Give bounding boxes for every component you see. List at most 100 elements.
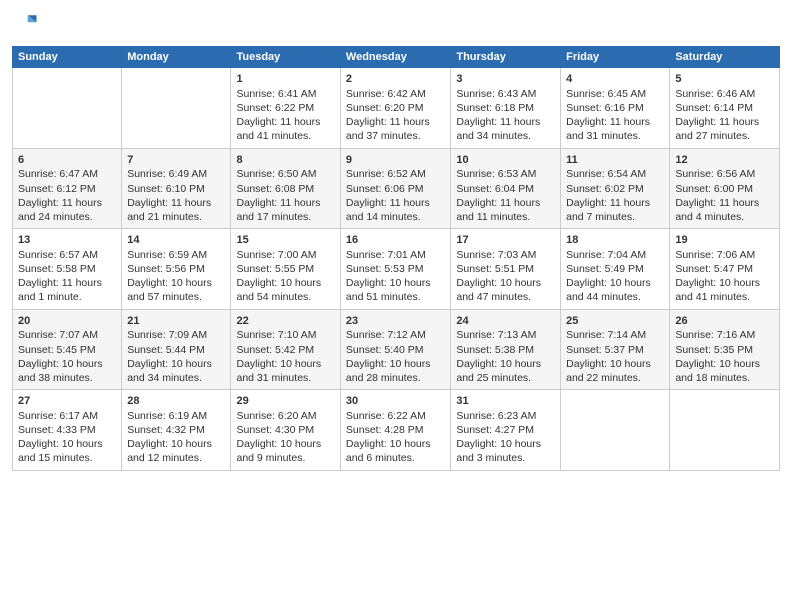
calendar-cell: 26Sunrise: 7:16 AMSunset: 5:35 PMDayligh…	[670, 309, 780, 390]
header-wednesday: Wednesday	[340, 47, 450, 68]
header-sunday: Sunday	[13, 47, 122, 68]
calendar-cell	[670, 390, 780, 471]
calendar-cell: 6Sunrise: 6:47 AMSunset: 6:12 PMDaylight…	[13, 148, 122, 229]
cell-content: Daylight: 10 hours and 25 minutes.	[456, 357, 555, 385]
calendar-table: SundayMondayTuesdayWednesdayThursdayFrid…	[12, 46, 780, 471]
calendar-cell: 12Sunrise: 6:56 AMSunset: 6:00 PMDayligh…	[670, 148, 780, 229]
cell-content: Sunrise: 6:22 AM	[346, 409, 445, 423]
day-number: 29	[236, 394, 334, 409]
cell-content: Sunset: 5:55 PM	[236, 262, 334, 276]
cell-content: Daylight: 10 hours and 22 minutes.	[566, 357, 664, 385]
cell-content: Daylight: 10 hours and 38 minutes.	[18, 357, 116, 385]
cell-content: Daylight: 11 hours and 41 minutes.	[236, 115, 334, 143]
header-thursday: Thursday	[451, 47, 561, 68]
cell-content: Sunset: 6:08 PM	[236, 182, 334, 196]
day-number: 14	[127, 233, 225, 248]
day-number: 2	[346, 72, 445, 87]
cell-content: Daylight: 11 hours and 1 minute.	[18, 276, 116, 304]
cell-content: Sunset: 5:51 PM	[456, 262, 555, 276]
calendar-cell: 25Sunrise: 7:14 AMSunset: 5:37 PMDayligh…	[561, 309, 670, 390]
cell-content: Sunrise: 7:14 AM	[566, 328, 664, 342]
cell-content: Sunset: 5:53 PM	[346, 262, 445, 276]
cell-content: Sunrise: 6:19 AM	[127, 409, 225, 423]
day-number: 23	[346, 314, 445, 329]
cell-content: Daylight: 10 hours and 15 minutes.	[18, 437, 116, 465]
cell-content: Sunset: 4:32 PM	[127, 423, 225, 437]
calendar-cell: 27Sunrise: 6:17 AMSunset: 4:33 PMDayligh…	[13, 390, 122, 471]
day-number: 11	[566, 153, 664, 168]
cell-content: Sunrise: 6:47 AM	[18, 167, 116, 181]
cell-content: Sunrise: 7:01 AM	[346, 248, 445, 262]
calendar-cell: 19Sunrise: 7:06 AMSunset: 5:47 PMDayligh…	[670, 229, 780, 310]
week-row-3: 20Sunrise: 7:07 AMSunset: 5:45 PMDayligh…	[13, 309, 780, 390]
cell-content: Sunset: 6:20 PM	[346, 101, 445, 115]
calendar-cell: 24Sunrise: 7:13 AMSunset: 5:38 PMDayligh…	[451, 309, 561, 390]
cell-content: Sunrise: 7:13 AM	[456, 328, 555, 342]
cell-content: Sunset: 5:49 PM	[566, 262, 664, 276]
cell-content: Sunset: 6:12 PM	[18, 182, 116, 196]
cell-content: Sunrise: 6:50 AM	[236, 167, 334, 181]
calendar-cell: 21Sunrise: 7:09 AMSunset: 5:44 PMDayligh…	[122, 309, 231, 390]
cell-content: Daylight: 10 hours and 51 minutes.	[346, 276, 445, 304]
cell-content: Sunrise: 6:43 AM	[456, 87, 555, 101]
cell-content: Daylight: 10 hours and 28 minutes.	[346, 357, 445, 385]
cell-content: Sunrise: 7:03 AM	[456, 248, 555, 262]
header-friday: Friday	[561, 47, 670, 68]
cell-content: Daylight: 10 hours and 3 minutes.	[456, 437, 555, 465]
day-number: 27	[18, 394, 116, 409]
cell-content: Daylight: 10 hours and 18 minutes.	[675, 357, 774, 385]
day-number: 15	[236, 233, 334, 248]
cell-content: Daylight: 10 hours and 41 minutes.	[675, 276, 774, 304]
day-number: 3	[456, 72, 555, 87]
calendar-cell: 16Sunrise: 7:01 AMSunset: 5:53 PMDayligh…	[340, 229, 450, 310]
cell-content: Daylight: 11 hours and 11 minutes.	[456, 196, 555, 224]
header-tuesday: Tuesday	[231, 47, 340, 68]
calendar-cell: 30Sunrise: 6:22 AMSunset: 4:28 PMDayligh…	[340, 390, 450, 471]
cell-content: Sunrise: 6:52 AM	[346, 167, 445, 181]
cell-content: Sunrise: 6:59 AM	[127, 248, 225, 262]
cell-content: Sunset: 5:35 PM	[675, 343, 774, 357]
day-number: 4	[566, 72, 664, 87]
cell-content: Sunrise: 6:42 AM	[346, 87, 445, 101]
day-number: 21	[127, 314, 225, 329]
calendar-cell: 28Sunrise: 6:19 AMSunset: 4:32 PMDayligh…	[122, 390, 231, 471]
cell-content: Sunset: 4:27 PM	[456, 423, 555, 437]
cell-content: Sunset: 4:30 PM	[236, 423, 334, 437]
cell-content: Sunset: 5:44 PM	[127, 343, 225, 357]
cell-content: Daylight: 10 hours and 6 minutes.	[346, 437, 445, 465]
calendar-cell: 2Sunrise: 6:42 AMSunset: 6:20 PMDaylight…	[340, 68, 450, 149]
day-number: 8	[236, 153, 334, 168]
calendar-cell	[13, 68, 122, 149]
cell-content: Sunrise: 6:54 AM	[566, 167, 664, 181]
cell-content: Sunset: 6:04 PM	[456, 182, 555, 196]
cell-content: Daylight: 11 hours and 7 minutes.	[566, 196, 664, 224]
cell-content: Sunset: 5:45 PM	[18, 343, 116, 357]
cell-content: Sunrise: 6:56 AM	[675, 167, 774, 181]
day-number: 9	[346, 153, 445, 168]
cell-content: Sunset: 5:42 PM	[236, 343, 334, 357]
calendar-cell: 9Sunrise: 6:52 AMSunset: 6:06 PMDaylight…	[340, 148, 450, 229]
header	[12, 10, 780, 38]
calendar-cell: 4Sunrise: 6:45 AMSunset: 6:16 PMDaylight…	[561, 68, 670, 149]
cell-content: Daylight: 10 hours and 54 minutes.	[236, 276, 334, 304]
cell-content: Sunset: 6:06 PM	[346, 182, 445, 196]
cell-content: Daylight: 11 hours and 34 minutes.	[456, 115, 555, 143]
cell-content: Sunrise: 7:06 AM	[675, 248, 774, 262]
calendar-cell: 29Sunrise: 6:20 AMSunset: 4:30 PMDayligh…	[231, 390, 340, 471]
cell-content: Sunset: 6:02 PM	[566, 182, 664, 196]
cell-content: Sunrise: 7:07 AM	[18, 328, 116, 342]
cell-content: Sunset: 5:37 PM	[566, 343, 664, 357]
cell-content: Daylight: 11 hours and 27 minutes.	[675, 115, 774, 143]
cell-content: Daylight: 11 hours and 14 minutes.	[346, 196, 445, 224]
day-number: 28	[127, 394, 225, 409]
cell-content: Sunrise: 6:17 AM	[18, 409, 116, 423]
day-number: 16	[346, 233, 445, 248]
calendar-cell: 11Sunrise: 6:54 AMSunset: 6:02 PMDayligh…	[561, 148, 670, 229]
cell-content: Sunrise: 6:45 AM	[566, 87, 664, 101]
cell-content: Sunrise: 6:49 AM	[127, 167, 225, 181]
cell-content: Sunrise: 6:41 AM	[236, 87, 334, 101]
day-number: 7	[127, 153, 225, 168]
day-number: 1	[236, 72, 334, 87]
cell-content: Sunrise: 6:23 AM	[456, 409, 555, 423]
calendar-cell: 17Sunrise: 7:03 AMSunset: 5:51 PMDayligh…	[451, 229, 561, 310]
